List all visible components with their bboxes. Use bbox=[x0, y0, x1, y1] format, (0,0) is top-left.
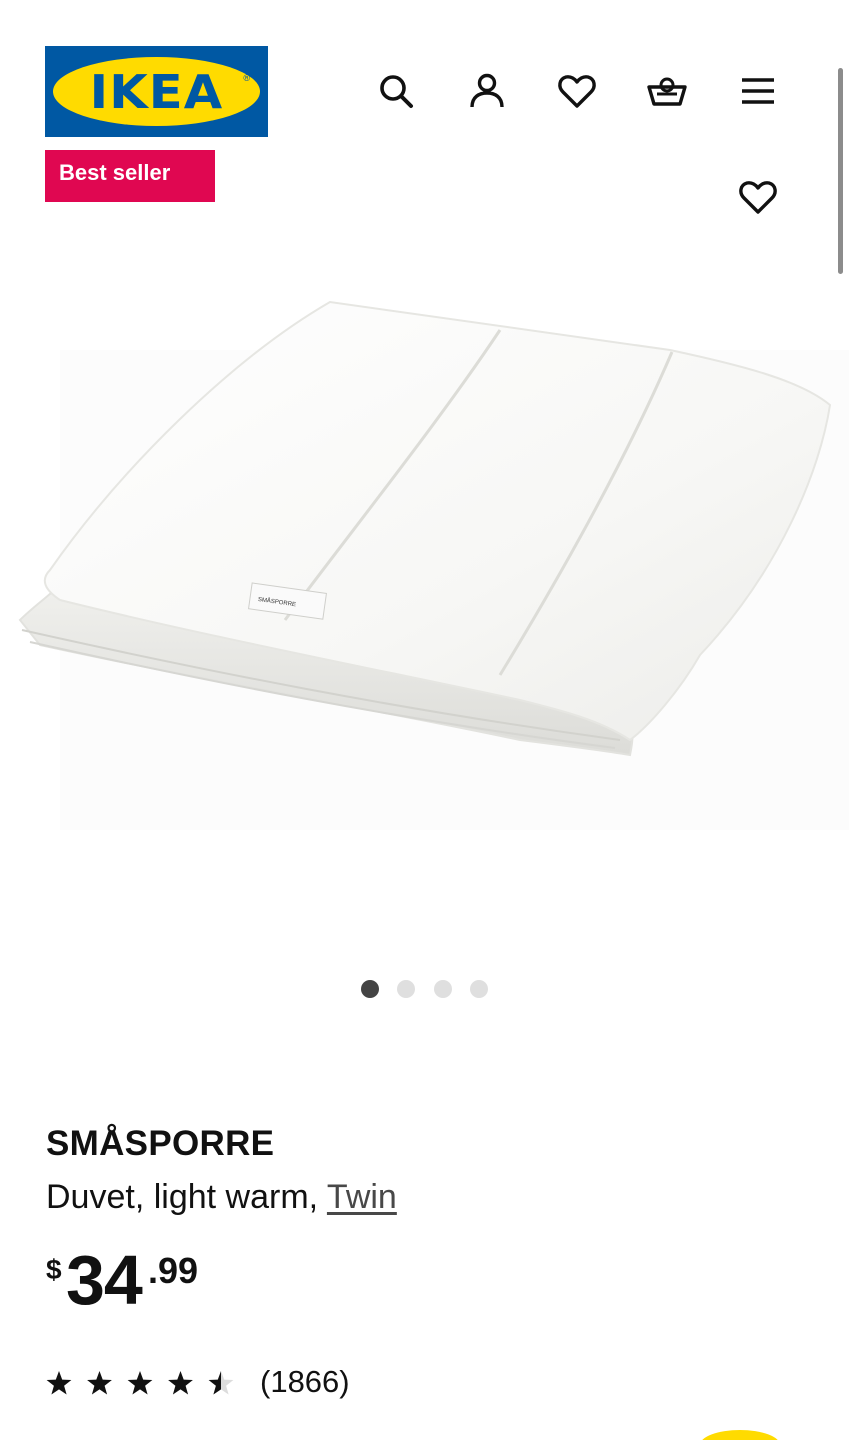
price-integer: 34 bbox=[66, 1241, 143, 1319]
badge-label: Best seller bbox=[59, 160, 171, 185]
cart-icon[interactable] bbox=[644, 68, 690, 114]
carousel-dot[interactable] bbox=[470, 980, 488, 998]
heart-icon bbox=[739, 181, 777, 214]
ikea-logo[interactable]: IKEA ® bbox=[45, 46, 268, 137]
search-icon[interactable] bbox=[373, 68, 419, 114]
site-header: IKEA ® bbox=[0, 0, 849, 150]
best-seller-badge: Best seller bbox=[45, 150, 215, 202]
review-count: (1866) bbox=[260, 1364, 350, 1399]
price-decimal: .99 bbox=[148, 1250, 199, 1291]
carousel-dot[interactable] bbox=[434, 980, 452, 998]
page-scrollbar[interactable] bbox=[838, 68, 843, 274]
add-to-favourites-button[interactable] bbox=[736, 175, 780, 219]
menu-icon[interactable] bbox=[735, 68, 781, 114]
logo-registered-mark: ® bbox=[243, 73, 250, 83]
product-image[interactable]: SMÅSPORRE bbox=[0, 270, 849, 850]
product-name: SMÅSPORRE bbox=[46, 1124, 275, 1163]
heart-icon[interactable] bbox=[554, 68, 600, 114]
chat-button-partial[interactable] bbox=[700, 1430, 780, 1440]
carousel-dot[interactable] bbox=[397, 980, 415, 998]
rating-star bbox=[168, 1371, 193, 1395]
rating-star bbox=[127, 1371, 153, 1395]
rating-star bbox=[46, 1371, 72, 1395]
rating-stars bbox=[46, 1371, 234, 1395]
product-description: Duvet, light warm, Twin bbox=[46, 1178, 397, 1217]
price-currency: $ bbox=[46, 1254, 62, 1285]
carousel-dot[interactable] bbox=[361, 980, 379, 998]
logo-text: IKEA bbox=[89, 64, 224, 119]
image-carousel-dots bbox=[0, 980, 849, 1000]
rating-star bbox=[87, 1371, 112, 1395]
description-text: Duvet, light warm, bbox=[46, 1178, 327, 1216]
size-link[interactable]: Twin bbox=[327, 1178, 397, 1216]
account-icon[interactable] bbox=[464, 68, 510, 114]
